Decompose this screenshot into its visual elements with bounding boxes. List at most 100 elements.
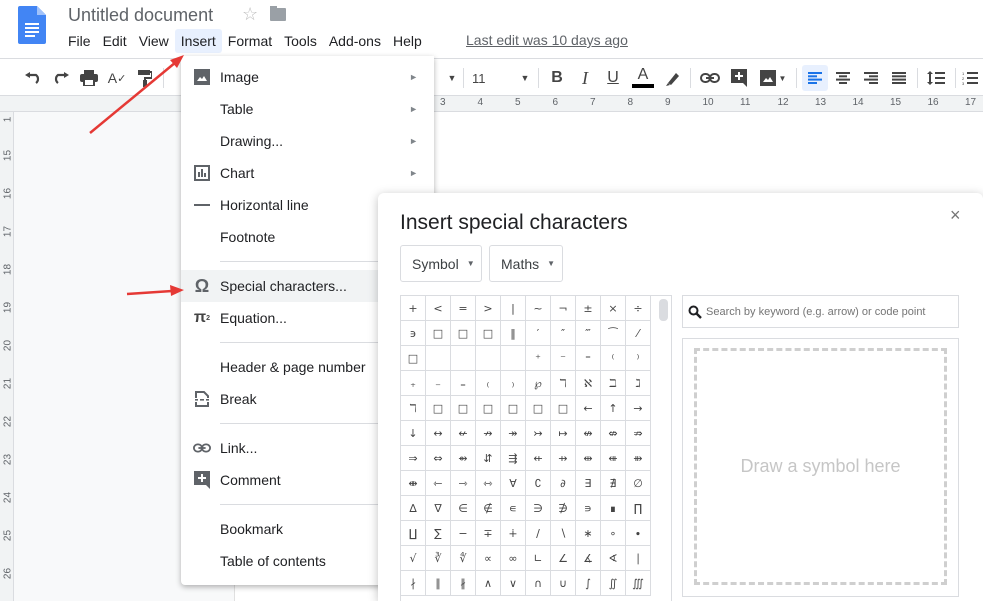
- symbol-cell[interactable]: ℵ: [576, 371, 601, 396]
- symbol-cell[interactable]: ∙: [626, 521, 651, 546]
- symbol-cell[interactable]: ⇏: [626, 421, 651, 446]
- menu-view[interactable]: View: [133, 29, 175, 53]
- symbol-cell[interactable]: □: [426, 321, 451, 346]
- symbol-cell[interactable]: [501, 346, 526, 371]
- symbol-cell[interactable]: ~: [526, 296, 551, 321]
- symbol-cell[interactable]: ℷ: [626, 371, 651, 396]
- symbol-cell[interactable]: ⇶: [501, 446, 526, 471]
- text-color-button[interactable]: A: [630, 67, 656, 89]
- font-size-caret[interactable]: ▼: [518, 67, 532, 89]
- symbol-cell[interactable]: ∜: [451, 546, 476, 571]
- link-icon[interactable]: [698, 67, 722, 89]
- symbol-cell[interactable]: ⇺: [601, 446, 626, 471]
- symbol-cell[interactable]: ⇵: [476, 446, 501, 471]
- symbol-cell[interactable]: |: [501, 296, 526, 321]
- italic-button[interactable]: I: [574, 67, 596, 89]
- add-comment-icon[interactable]: [728, 67, 750, 89]
- docs-logo-icon[interactable]: [18, 6, 46, 44]
- symbol-cell[interactable]: →: [626, 396, 651, 421]
- symbol-cell[interactable]: □: [526, 396, 551, 421]
- symbol-cell[interactable]: ∍: [576, 496, 601, 521]
- symbol-cell[interactable]: ∉: [476, 496, 501, 521]
- symbol-cell[interactable]: □: [476, 396, 501, 421]
- symbol-cell[interactable]: ⇹: [576, 446, 601, 471]
- menu-item-table[interactable]: Table ►: [181, 93, 434, 125]
- symbol-cell[interactable]: ↦: [551, 421, 576, 446]
- symbol-cell[interactable]: ∕: [526, 521, 551, 546]
- symbol-cell[interactable]: ‖: [501, 321, 526, 346]
- menu-file[interactable]: File: [62, 29, 97, 53]
- menu-insert[interactable]: Insert: [174, 29, 222, 53]
- symbol-cell[interactable]: ∈: [451, 496, 476, 521]
- symbol-cell[interactable]: □: [476, 321, 501, 346]
- symbol-cell[interactable]: ⇒: [401, 446, 426, 471]
- symbol-cell[interactable]: ⇿: [476, 471, 501, 496]
- menu-item-image[interactable]: Image ►: [181, 61, 434, 93]
- star-icon[interactable]: ☆: [242, 4, 258, 25]
- symbol-cell[interactable]: ∑: [426, 521, 451, 546]
- menu-addons[interactable]: Add-ons: [323, 29, 387, 53]
- symbol-cell[interactable]: [426, 346, 451, 371]
- symbol-cell[interactable]: ∌: [551, 496, 576, 521]
- symbol-cell[interactable]: ∬: [601, 571, 626, 596]
- undo-icon[interactable]: [22, 67, 44, 89]
- symbol-cell[interactable]: ∅: [626, 471, 651, 496]
- symbol-cell[interactable]: ⁻: [551, 346, 576, 371]
- symbol-cell[interactable]: ∠: [551, 546, 576, 571]
- symbol-cell[interactable]: ∡: [576, 546, 601, 571]
- symbol-cell[interactable]: □: [551, 396, 576, 421]
- symbol-cell[interactable]: ⇴: [451, 446, 476, 471]
- symbol-cell[interactable]: ℶ: [601, 371, 626, 396]
- symbol-cell[interactable]: ∟: [526, 546, 551, 571]
- symbol-cell[interactable]: ∘: [601, 521, 626, 546]
- symbol-cell[interactable]: □: [501, 396, 526, 421]
- symbol-cell[interactable]: ‴: [576, 321, 601, 346]
- symbol-cell[interactable]: ₌: [451, 371, 476, 396]
- symbol-cell[interactable]: □: [401, 346, 426, 371]
- symbol-cell[interactable]: ⇾: [451, 471, 476, 496]
- bold-button[interactable]: B: [546, 67, 568, 89]
- menu-item-chart[interactable]: Chart ►: [181, 157, 434, 189]
- symbol-cell[interactable]: ⇔: [426, 446, 451, 471]
- symbol-cell[interactable]: ⁽: [601, 346, 626, 371]
- symbol-cell[interactable]: ∄: [601, 471, 626, 496]
- symbol-cell[interactable]: ∆: [401, 496, 426, 521]
- document-title[interactable]: Untitled document: [68, 5, 213, 26]
- symbol-cell[interactable]: ∁: [526, 471, 551, 496]
- symbol-cell[interactable]: ₋: [426, 371, 451, 396]
- symbol-cell[interactable]: ↣: [526, 421, 551, 446]
- symbol-cell[interactable]: ℘: [526, 371, 551, 396]
- symbol-search-input[interactable]: [706, 305, 946, 318]
- symbol-cell[interactable]: =: [451, 296, 476, 321]
- symbol-cell[interactable]: [451, 346, 476, 371]
- symbol-cell[interactable]: ₍: [476, 371, 501, 396]
- symbol-cell[interactable]: ₎: [501, 371, 526, 396]
- symbol-cell[interactable]: [476, 346, 501, 371]
- symbol-cell[interactable]: >: [476, 296, 501, 321]
- symbol-cell[interactable]: ∥: [426, 571, 451, 596]
- symbol-cell[interactable]: □: [451, 396, 476, 421]
- menu-tools[interactable]: Tools: [278, 29, 323, 53]
- symbol-cell[interactable]: ₊: [401, 371, 426, 396]
- redo-icon[interactable]: [50, 67, 72, 89]
- menu-item-drawing[interactable]: Drawing... ►: [181, 125, 434, 157]
- symbol-cell[interactable]: ±: [576, 296, 601, 321]
- symbol-cell[interactable]: ∂: [551, 471, 576, 496]
- symbol-cell[interactable]: ∋: [526, 496, 551, 521]
- align-center-icon[interactable]: [832, 67, 854, 89]
- folder-icon[interactable]: [270, 6, 286, 21]
- symbol-cell[interactable]: ⇷: [526, 446, 551, 471]
- close-icon[interactable]: ×: [950, 205, 961, 226]
- symbol-cell[interactable]: ∢: [601, 546, 626, 571]
- justify-icon[interactable]: [888, 67, 910, 89]
- print-icon[interactable]: [78, 67, 100, 89]
- menu-format[interactable]: Format: [222, 29, 278, 53]
- symbol-cell[interactable]: ∫: [576, 571, 601, 596]
- symbol-cell[interactable]: ↔: [426, 421, 451, 446]
- symbol-cell[interactable]: ∭: [626, 571, 651, 596]
- symbol-cell[interactable]: ∃: [576, 471, 601, 496]
- symbol-cell[interactable]: ⁺: [526, 346, 551, 371]
- symbol-cell[interactable]: ϶: [401, 321, 426, 346]
- spellcheck-icon[interactable]: A ✓: [106, 67, 128, 89]
- horizontal-ruler[interactable]: 3 4 5 6 7 8 9 10 11 12 13 14 15 16 17: [0, 96, 983, 112]
